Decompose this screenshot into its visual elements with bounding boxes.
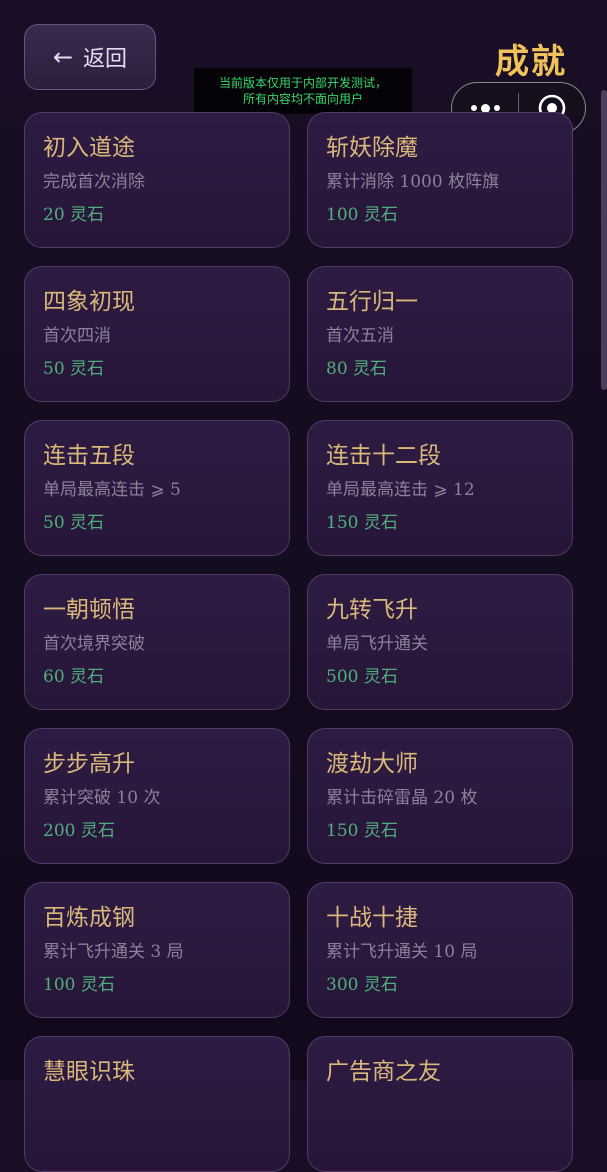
achievement-reward: 500 灵石	[326, 667, 398, 687]
achievement-title: 连击五段	[43, 443, 135, 469]
achievement-title: 慧眼识珠	[43, 1059, 135, 1085]
achievement-desc: 单局飞升通关	[326, 634, 428, 654]
achievement-title: 渡劫大师	[326, 751, 418, 777]
achievement-card[interactable]: 五行归一 首次五消 80 灵石	[307, 266, 573, 402]
dev-notice-banner: 当前版本仅用于内部开发测试， 所有内容均不面向用户	[194, 68, 412, 114]
achievement-reward: 50 灵石	[43, 359, 105, 379]
achievement-title: 五行归一	[326, 289, 418, 315]
achievement-desc: 完成首次消除	[43, 172, 145, 192]
achievement-desc: 累计突破 10 次	[43, 788, 161, 808]
achievement-title: 一朝顿悟	[43, 597, 135, 623]
achievement-card[interactable]: 连击五段 单局最高连击 ⩾ 5 50 灵石	[24, 420, 290, 556]
back-button[interactable]: ← 返回	[24, 24, 156, 90]
achievement-card[interactable]: 四象初现 首次四消 50 灵石	[24, 266, 290, 402]
achievement-reward: 50 灵石	[43, 513, 105, 533]
achievement-card[interactable]: 百炼成钢 累计飞升通关 3 局 100 灵石	[24, 882, 290, 1018]
achievement-title: 步步高升	[43, 751, 135, 777]
achievement-reward: 20 灵石	[43, 205, 105, 225]
dev-notice-line-2: 所有内容均不面向用户	[242, 92, 363, 106]
achievement-title: 四象初现	[43, 289, 135, 315]
achievement-desc: 首次四消	[43, 326, 111, 346]
achievement-reward: 60 灵石	[43, 667, 105, 687]
back-label: 返回	[83, 47, 128, 72]
achievement-card[interactable]: 渡劫大师 累计击碎雷晶 20 枚 150 灵石	[307, 728, 573, 864]
achievement-card[interactable]: 九转飞升 单局飞升通关 500 灵石	[307, 574, 573, 710]
achievement-reward: 80 灵石	[326, 359, 388, 379]
achievement-reward: 200 灵石	[43, 821, 115, 841]
achievement-desc: 累计飞升通关 10 局	[326, 942, 478, 962]
achievement-desc: 累计消除 1000 枚阵旗	[326, 172, 500, 192]
achievement-card[interactable]: 一朝顿悟 首次境界突破 60 灵石	[24, 574, 290, 710]
achievement-grid: 初入道途 完成首次消除 20 灵石 斩妖除魔 累计消除 1000 枚阵旗 100…	[24, 112, 573, 1172]
achievement-card[interactable]: 十战十捷 累计飞升通关 10 局 300 灵石	[307, 882, 573, 1018]
achievement-title: 九转飞升	[326, 597, 418, 623]
achievement-desc: 首次境界突破	[43, 634, 145, 654]
page-title: 成就	[495, 42, 567, 82]
achievement-card[interactable]: 斩妖除魔 累计消除 1000 枚阵旗 100 灵石	[307, 112, 573, 248]
achievement-desc: 单局最高连击 ⩾ 5	[43, 480, 181, 500]
dev-notice-line-1: 当前版本仅用于内部开发测试，	[218, 76, 387, 90]
achievement-reward: 150 灵石	[326, 821, 398, 841]
achievement-reward: 100 灵石	[43, 975, 115, 995]
achievement-reward: 100 灵石	[326, 205, 398, 225]
achievement-desc: 首次五消	[326, 326, 394, 346]
achievement-title: 初入道途	[43, 135, 135, 161]
achievement-card[interactable]: 连击十二段 单局最高连击 ⩾ 12 150 灵石	[307, 420, 573, 556]
achievement-card[interactable]: 步步高升 累计突破 10 次 200 灵石	[24, 728, 290, 864]
achievement-reward: 300 灵石	[326, 975, 398, 995]
achievement-desc: 累计击碎雷晶 20 枚	[326, 788, 478, 808]
achievement-desc: 累计飞升通关 3 局	[43, 942, 184, 962]
achievement-title: 连击十二段	[326, 443, 441, 469]
achievement-reward: 150 灵石	[326, 513, 398, 533]
achievement-card[interactable]: 广告商之友	[307, 1036, 573, 1172]
achievement-title: 十战十捷	[326, 905, 418, 931]
scrollbar[interactable]	[601, 90, 607, 390]
achievement-title: 斩妖除魔	[326, 135, 418, 161]
achievement-card[interactable]: 慧眼识珠	[24, 1036, 290, 1172]
achievement-card[interactable]: 初入道途 完成首次消除 20 灵石	[24, 112, 290, 248]
achievement-desc: 单局最高连击 ⩾ 12	[326, 480, 475, 500]
achievement-title: 广告商之友	[326, 1059, 441, 1085]
achievement-title: 百炼成钢	[43, 905, 135, 931]
back-arrow-icon: ←	[52, 43, 74, 71]
